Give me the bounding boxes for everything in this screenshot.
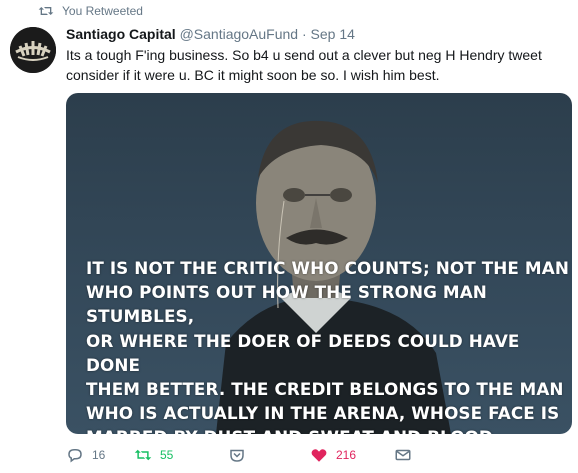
quote-line: WHO IS ACTUALLY IN THE ARENA, WHOSE FACE… <box>86 403 560 424</box>
message-icon <box>230 449 244 462</box>
quote-line: IT IS NOT THE CRITIC WHO COUNTS; NOT THE… <box>86 258 569 278</box>
avatar[interactable] <box>10 27 56 73</box>
mail-button[interactable] <box>394 446 412 464</box>
author-handle[interactable]: @SantiagoAuFund <box>180 26 299 42</box>
reply-button[interactable]: 16 <box>66 446 105 464</box>
quote-text: IT IS NOT THE CRITIC WHO COUNTS; NOT THE… <box>86 256 572 434</box>
retweet-button[interactable]: 55 <box>134 446 173 464</box>
mail-icon <box>395 449 411 461</box>
retweet-banner: You Retweeted <box>38 4 143 18</box>
retweet-icon <box>134 449 152 461</box>
reply-count: 16 <box>92 448 106 462</box>
like-button[interactable]: 216 <box>310 446 356 464</box>
heart-icon <box>311 449 327 462</box>
author-name[interactable]: Santiago Capital <box>66 26 176 42</box>
quote-line: MARRED BY DUST AND SWEAT AND BLOOD. <box>86 425 572 434</box>
tweet-text: Its a tough F'ing business. So b4 u send… <box>66 47 542 83</box>
tweet-time[interactable]: Sep 14 <box>311 26 355 42</box>
retweet-count: 55 <box>160 448 174 462</box>
tweet-header: Santiago Capital @SantiagoAuFund · Sep 1… <box>66 26 355 42</box>
retweet-icon <box>38 4 54 18</box>
quote-line: WHO POINTS OUT HOW THE STRONG MAN STUMBL… <box>86 282 487 327</box>
retweet-banner-label: You Retweeted <box>62 4 143 18</box>
quote-line: OR WHERE THE DOER OF DEEDS COULD HAVE DO… <box>86 330 520 375</box>
like-count: 216 <box>336 448 357 462</box>
tweet-actions: 16 55 216 <box>66 446 566 470</box>
tweet-separator: · <box>301 26 307 42</box>
quote-line: THEM BETTER. THE CREDIT BELONGS TO THE M… <box>86 379 564 400</box>
tweet-media-image[interactable]: IT IS NOT THE CRITIC WHO COUNTS; NOT THE… <box>66 93 572 434</box>
reply-icon <box>68 449 82 463</box>
direct-message-button[interactable] <box>228 446 246 464</box>
